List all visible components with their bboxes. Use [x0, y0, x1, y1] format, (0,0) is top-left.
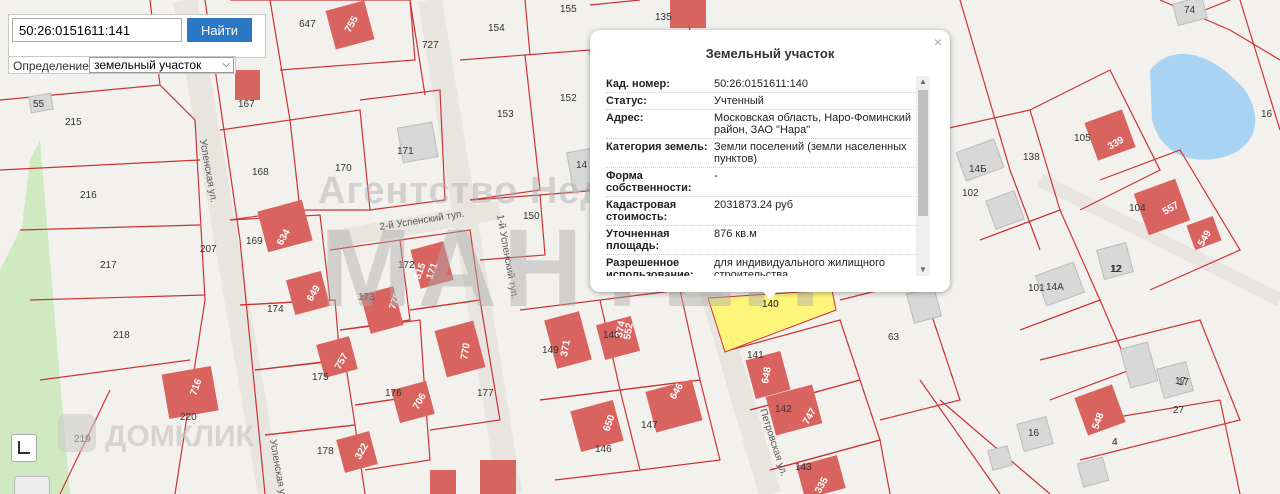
- chevron-down-icon: ⌵: [222, 59, 230, 70]
- plot-number: 167: [238, 99, 255, 110]
- popup-row-value: Учтенный: [714, 95, 764, 107]
- plot-number: 138: [1023, 152, 1040, 163]
- plot-number: 155: [560, 4, 577, 15]
- plot-number: 74: [1184, 5, 1196, 16]
- plot-number: 175: [312, 372, 329, 383]
- selected-parcel-label: 140: [762, 299, 779, 310]
- grey-building-label: 14: [576, 160, 588, 171]
- popup-row-key: Статус:: [606, 95, 647, 107]
- popup-table: Кад. номер: 50:26:0151611:140 Статус: Учтен…: [606, 76, 918, 276]
- popup-row-value: Земли поселений (земли населенных пункто…: [714, 141, 907, 165]
- grey-building-label: 14Б: [969, 164, 987, 175]
- plot-number: 27: [1173, 405, 1185, 416]
- definition-label: Определение:: [13, 59, 93, 73]
- plot-number: 215: [65, 117, 82, 128]
- plot-number: 152: [560, 93, 577, 104]
- plot-number: 647: [299, 19, 316, 30]
- plot-number: 173: [358, 292, 375, 303]
- scroll-down-icon[interactable]: ▼: [916, 264, 930, 276]
- popup-row: Адрес: Московская область, Наро-Фоминский…: [606, 110, 918, 139]
- popup-row-value: Московская область, Наро-Фоминский район…: [714, 112, 912, 136]
- popup-row-value: 876 кв.м: [714, 228, 757, 240]
- plot-number: 147: [641, 420, 658, 431]
- popup-row: Кадастровая стоимость: 2031873.24 руб: [606, 197, 918, 226]
- plot-number: 153: [497, 109, 514, 120]
- plot-number: 172: [398, 260, 415, 271]
- plot-number: 102: [962, 188, 979, 199]
- plot-number: 105: [1074, 133, 1091, 144]
- plot-number: 220: [180, 412, 197, 423]
- plot-number: 63: [888, 332, 900, 343]
- popup-row-value: для индивидуального жилищного строительс…: [714, 257, 886, 276]
- popup-row-key: Кад. номер:: [606, 78, 670, 90]
- popup-row-value: 2031873.24 руб: [714, 199, 794, 211]
- popup-row: Форма собственности: -: [606, 168, 918, 197]
- plot-number: 141: [747, 350, 764, 361]
- scroll-thumb[interactable]: [918, 90, 928, 216]
- domclick-logo-icon: [58, 414, 96, 452]
- plot-number: 168: [252, 167, 269, 178]
- popup-row-key: Категория земель:: [606, 141, 708, 153]
- grey-building-label: 16: [1028, 428, 1040, 439]
- popup-row-key: Кадастровая стоимость:: [606, 199, 677, 223]
- popup-row-value: 50:26:0151611:140: [714, 78, 808, 90]
- plot-number: 217: [100, 260, 117, 271]
- scroll-up-icon[interactable]: ▲: [916, 76, 930, 88]
- plot-number: 142: [775, 404, 792, 415]
- plot-number: 101: [1028, 283, 1045, 294]
- plot-number: 207: [200, 244, 217, 255]
- popup-row-value: -: [714, 170, 718, 182]
- layers-button[interactable]: [11, 434, 37, 462]
- definition-selected-value: земельный участок: [94, 58, 202, 72]
- definition-select[interactable]: земельный участок ⌵: [89, 57, 234, 73]
- plot-number: 135: [655, 12, 672, 23]
- popup-row: Статус: Учтенный: [606, 93, 918, 110]
- plot-number: 149: [542, 345, 559, 356]
- cadastral-search-input[interactable]: [12, 18, 182, 42]
- grey-building-label: 14А: [1046, 282, 1064, 293]
- popup-row-key: Разрешенное использование:: [606, 257, 694, 276]
- grey-building-label: 12: [1111, 264, 1123, 275]
- popup-row: Кад. номер: 50:26:0151611:140: [606, 76, 918, 93]
- search-button[interactable]: Найти: [187, 18, 252, 42]
- pond-water: [1150, 53, 1256, 160]
- plot-number: 143: [795, 462, 812, 473]
- plot-number: 176: [385, 388, 402, 399]
- plot-number: 174: [267, 304, 284, 315]
- popup-row: Категория земель: Земли поселений (земли …: [606, 139, 918, 168]
- plot-number: 218: [113, 330, 130, 341]
- popup-scrollbar[interactable]: ▲ ▼: [916, 76, 930, 276]
- popup-pointer: [762, 290, 778, 300]
- plot-number: 171: [397, 146, 414, 157]
- popup-row: Уточненная площадь: 876 кв.м: [606, 226, 918, 255]
- popup-row-key: Адрес:: [606, 112, 644, 124]
- grey-building-label: 17: [1178, 377, 1190, 388]
- plot-number: 154: [488, 23, 505, 34]
- layers-icon: [18, 441, 30, 454]
- plot-number: 727: [422, 40, 439, 51]
- plot-number: 169: [246, 236, 263, 247]
- plot-number: 104: [1129, 203, 1146, 214]
- plot-number: 177: [477, 388, 494, 399]
- popup-row: Разрешенное использование: для индивидуал…: [606, 255, 918, 276]
- plot-number: 16: [1261, 109, 1273, 120]
- plot-number: 216: [80, 190, 97, 201]
- plot-number: 178: [317, 446, 334, 457]
- popup-title: Земельный участок: [705, 46, 835, 61]
- grey-building-label: 4: [1112, 437, 1118, 448]
- plot-number: 170: [335, 163, 352, 174]
- popup-row-key: Форма собственности:: [606, 170, 692, 194]
- definition-row: Определение: земельный участок ⌵: [8, 56, 236, 74]
- parcel-info-popup: × Земельный участок Кад. номер: 50:26:015…: [590, 30, 950, 292]
- popup-row-key: Уточненная площадь:: [606, 228, 670, 252]
- plot-number: 146: [595, 444, 612, 455]
- zoom-icon[interactable]: [14, 476, 50, 494]
- plot-number: 55: [33, 99, 45, 110]
- plot-number: 150: [523, 211, 540, 222]
